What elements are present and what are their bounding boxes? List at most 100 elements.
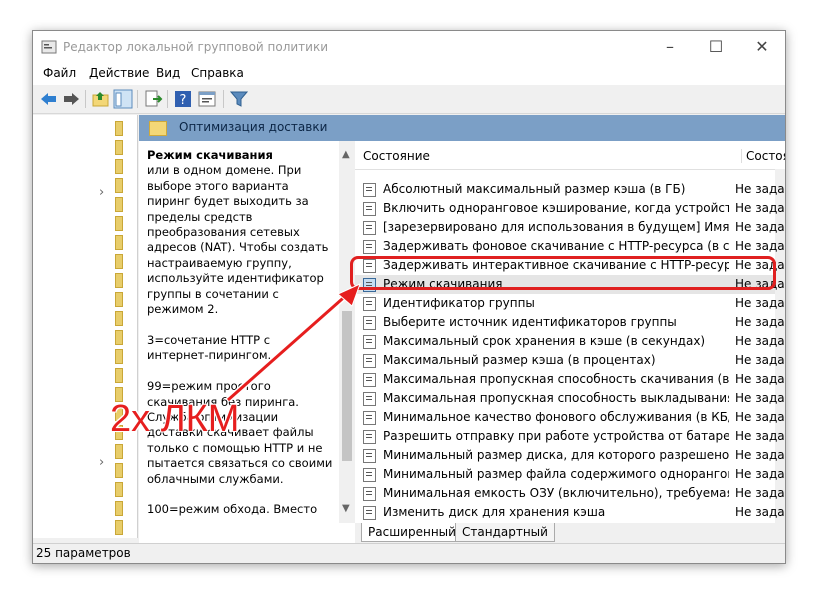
- setting-name: Максимальный размер кэша (в процентах): [383, 353, 656, 367]
- panel-title: Оптимизация доставки: [179, 120, 328, 134]
- setting-state: Не зада: [735, 448, 785, 462]
- menu-action[interactable]: Действие: [89, 66, 149, 80]
- list-item[interactable]: Минимальный размер файла содержимого одн…: [355, 465, 785, 484]
- list-item[interactable]: Задерживать фоновое скачивание с HTTP-ре…: [355, 237, 785, 256]
- menu-help[interactable]: Справка: [191, 66, 244, 80]
- policy-setting-icon: [363, 335, 376, 349]
- properties-icon[interactable]: [197, 89, 217, 109]
- setting-state: Не зада: [735, 239, 785, 253]
- setting-name: Минимальное качество фонового обслуживан…: [383, 410, 729, 424]
- panel-header: Оптимизация доставки: [139, 115, 785, 141]
- setting-state: Не зада: [735, 296, 785, 310]
- menu-view[interactable]: Вид: [156, 66, 180, 80]
- menu-file[interactable]: Файл: [43, 66, 76, 80]
- policy-setting-icon: [363, 430, 376, 444]
- setting-name: Минимальный размер файла содержимого одн…: [383, 467, 729, 481]
- folder-icon: [115, 273, 123, 288]
- list-item[interactable]: Минимальная емкость ОЗУ (включительно), …: [355, 484, 785, 503]
- policy-setting-icon: [363, 240, 376, 254]
- policy-setting-icon: [363, 449, 376, 463]
- folder-icon: [115, 520, 123, 535]
- setting-state: Не зада: [735, 372, 785, 386]
- folder-icon: [115, 330, 123, 345]
- help-icon[interactable]: ?: [173, 89, 193, 109]
- extended-description: Режим скачивания или в одном домене. При …: [147, 148, 335, 520]
- up-folder-icon[interactable]: [91, 89, 111, 109]
- list-item[interactable]: Изменить диск для хранения кэша Не зада: [355, 503, 785, 522]
- close-button[interactable]: ✕: [739, 31, 785, 63]
- description-scrollbar[interactable]: ▲ ▼: [339, 141, 355, 523]
- scroll-thumb[interactable]: [342, 311, 352, 461]
- policy-setting-icon: [363, 487, 376, 501]
- policy-setting-icon: [363, 221, 376, 235]
- folder-icon: [115, 311, 123, 326]
- setting-state: Не зада: [735, 505, 785, 519]
- folder-icon: [115, 444, 123, 459]
- column-status[interactable]: Состоя: [741, 149, 785, 163]
- chevron-right-icon[interactable]: ›: [99, 455, 104, 470]
- policy-setting-icon: [363, 392, 376, 406]
- list-item[interactable]: Разрешить отправку при работе устройства…: [355, 427, 785, 446]
- folder-icon: [149, 121, 167, 136]
- list-item[interactable]: [зарезервировано для использования в буд…: [355, 218, 785, 237]
- setting-state: Не зада: [735, 353, 785, 367]
- list-item[interactable]: Минимальное качество фонового обслуживан…: [355, 408, 785, 427]
- navigation-tree[interactable]: › › ‹ ›: [33, 115, 138, 538]
- setting-state: Не зада: [735, 410, 785, 424]
- export-list-icon[interactable]: [143, 89, 163, 109]
- forward-arrow-icon[interactable]: [61, 89, 81, 109]
- policy-setting-icon: [363, 183, 376, 197]
- show-hide-tree-icon[interactable]: [113, 89, 133, 109]
- details-area: Оптимизация доставки Режим скачивания или…: [139, 115, 785, 543]
- settings-list[interactable]: Состояние Состоя Абсолютный максимальный…: [355, 141, 785, 523]
- list-header: Состояние Состоя: [355, 141, 785, 170]
- list-item[interactable]: Максимальный срок хранения в кэше (в сек…: [355, 332, 785, 351]
- folder-icon: [115, 463, 123, 478]
- status-bar: 25 параметров: [33, 543, 785, 563]
- list-item[interactable]: Минимальный размер диска, для которого р…: [355, 446, 785, 465]
- policy-setting-icon: [363, 411, 376, 425]
- setting-name: Максимальная пропускная способность скач…: [383, 372, 729, 386]
- folder-icon: [115, 482, 123, 497]
- column-state[interactable]: Состояние: [363, 149, 430, 163]
- folder-icon: [115, 501, 123, 516]
- setting-name: Минимальный размер диска, для которого р…: [383, 448, 729, 462]
- setting-state: Не зада: [735, 486, 785, 500]
- folder-icon: [115, 349, 123, 364]
- app-icon: [41, 40, 57, 54]
- list-item[interactable]: Идентификатор группы Не зада: [355, 294, 785, 313]
- filter-icon[interactable]: [229, 89, 249, 109]
- maximize-button[interactable]: ☐: [693, 31, 739, 63]
- back-arrow-icon[interactable]: [39, 89, 59, 109]
- setting-name: Максимальная пропускная способность выкл…: [383, 391, 729, 405]
- policy-setting-icon: [363, 373, 376, 387]
- list-item[interactable]: Включить одноранговое кэширование, когда…: [355, 199, 785, 218]
- scroll-up-icon[interactable]: ▲: [342, 149, 350, 160]
- policy-setting-icon: [363, 506, 376, 520]
- tab-standard[interactable]: Стандартный: [455, 523, 555, 542]
- list-item[interactable]: Максимальная пропускная способность выкл…: [355, 389, 785, 408]
- annotation-label: 2х ЛКМ: [110, 398, 240, 440]
- setting-name: Изменить диск для хранения кэша: [383, 505, 606, 519]
- setting-state: Не зада: [735, 201, 785, 215]
- folder-icon: [115, 197, 123, 212]
- chevron-right-icon[interactable]: ›: [99, 185, 104, 200]
- list-item[interactable]: Абсолютный максимальный размер кэша (в Г…: [355, 180, 785, 199]
- scroll-down-icon[interactable]: ▼: [342, 503, 350, 514]
- folder-icon: [115, 121, 123, 136]
- folder-icon: [115, 216, 123, 231]
- list-item[interactable]: Максимальная пропускная способность скач…: [355, 370, 785, 389]
- setting-name: Абсолютный максимальный размер кэша (в Г…: [383, 182, 686, 196]
- policy-setting-icon: [363, 354, 376, 368]
- folder-icon: [115, 159, 123, 174]
- minimize-button[interactable]: –: [647, 31, 693, 63]
- setting-state: Не зада: [735, 182, 785, 196]
- list-item[interactable]: Выберите источник идентификаторов группы…: [355, 313, 785, 332]
- setting-name: Минимальная емкость ОЗУ (включительно), …: [383, 486, 729, 500]
- folder-icon: [115, 140, 123, 155]
- tab-extended[interactable]: Расширенный: [361, 523, 463, 542]
- setting-name: [зарезервировано для использования в буд…: [383, 220, 729, 234]
- setting-name: Задерживать фоновое скачивание с HTTP-ре…: [383, 239, 729, 253]
- list-item[interactable]: Максимальный размер кэша (в процентах) Не…: [355, 351, 785, 370]
- setting-state: Не зада: [735, 315, 785, 329]
